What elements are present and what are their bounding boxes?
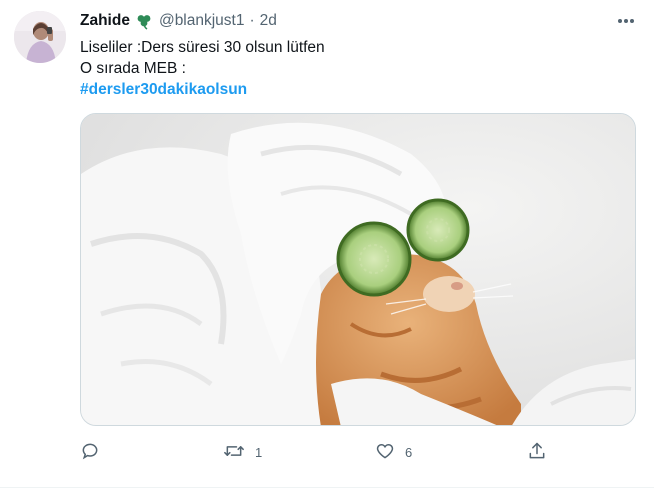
share-button[interactable] bbox=[527, 440, 557, 464]
heart-icon bbox=[375, 441, 395, 464]
tweet-image[interactable] bbox=[80, 113, 636, 426]
divider bbox=[0, 487, 654, 488]
separator-dot: · bbox=[249, 12, 255, 29]
like-count: 6 bbox=[405, 444, 413, 460]
hashtag-link[interactable]: #dersler30dakikaolsun bbox=[80, 79, 325, 100]
shamrock-icon bbox=[135, 12, 153, 30]
more-options-icon[interactable] bbox=[616, 12, 636, 30]
avatar[interactable] bbox=[14, 11, 66, 63]
tweet-header: Zahide @blankjust1 · 2d bbox=[80, 10, 277, 32]
author-name[interactable]: Zahide bbox=[80, 12, 130, 30]
retweet-icon bbox=[223, 441, 245, 464]
reply-button[interactable] bbox=[80, 440, 110, 464]
tweet[interactable]: Zahide @blankjust1 · 2d Liseliler :Ders … bbox=[0, 0, 654, 489]
retweet-count: 1 bbox=[255, 444, 263, 460]
share-icon bbox=[527, 441, 547, 464]
like-button[interactable]: 6 bbox=[375, 440, 412, 464]
timestamp[interactable]: 2d bbox=[260, 12, 277, 30]
cat-in-towel-image bbox=[81, 114, 635, 425]
tweet-line: Liseliler :Ders süresi 30 olsun lütfen bbox=[80, 39, 325, 56]
author-handle[interactable]: @blankjust1 bbox=[159, 12, 245, 30]
retweet-button[interactable]: 1 bbox=[223, 440, 262, 464]
tweet-actions: 1 6 bbox=[80, 440, 620, 464]
reply-icon bbox=[80, 441, 100, 464]
tweet-line: O sırada MEB : bbox=[80, 60, 186, 77]
tweet-text: Liseliler :Ders süresi 30 olsun lütfen O… bbox=[80, 37, 325, 100]
